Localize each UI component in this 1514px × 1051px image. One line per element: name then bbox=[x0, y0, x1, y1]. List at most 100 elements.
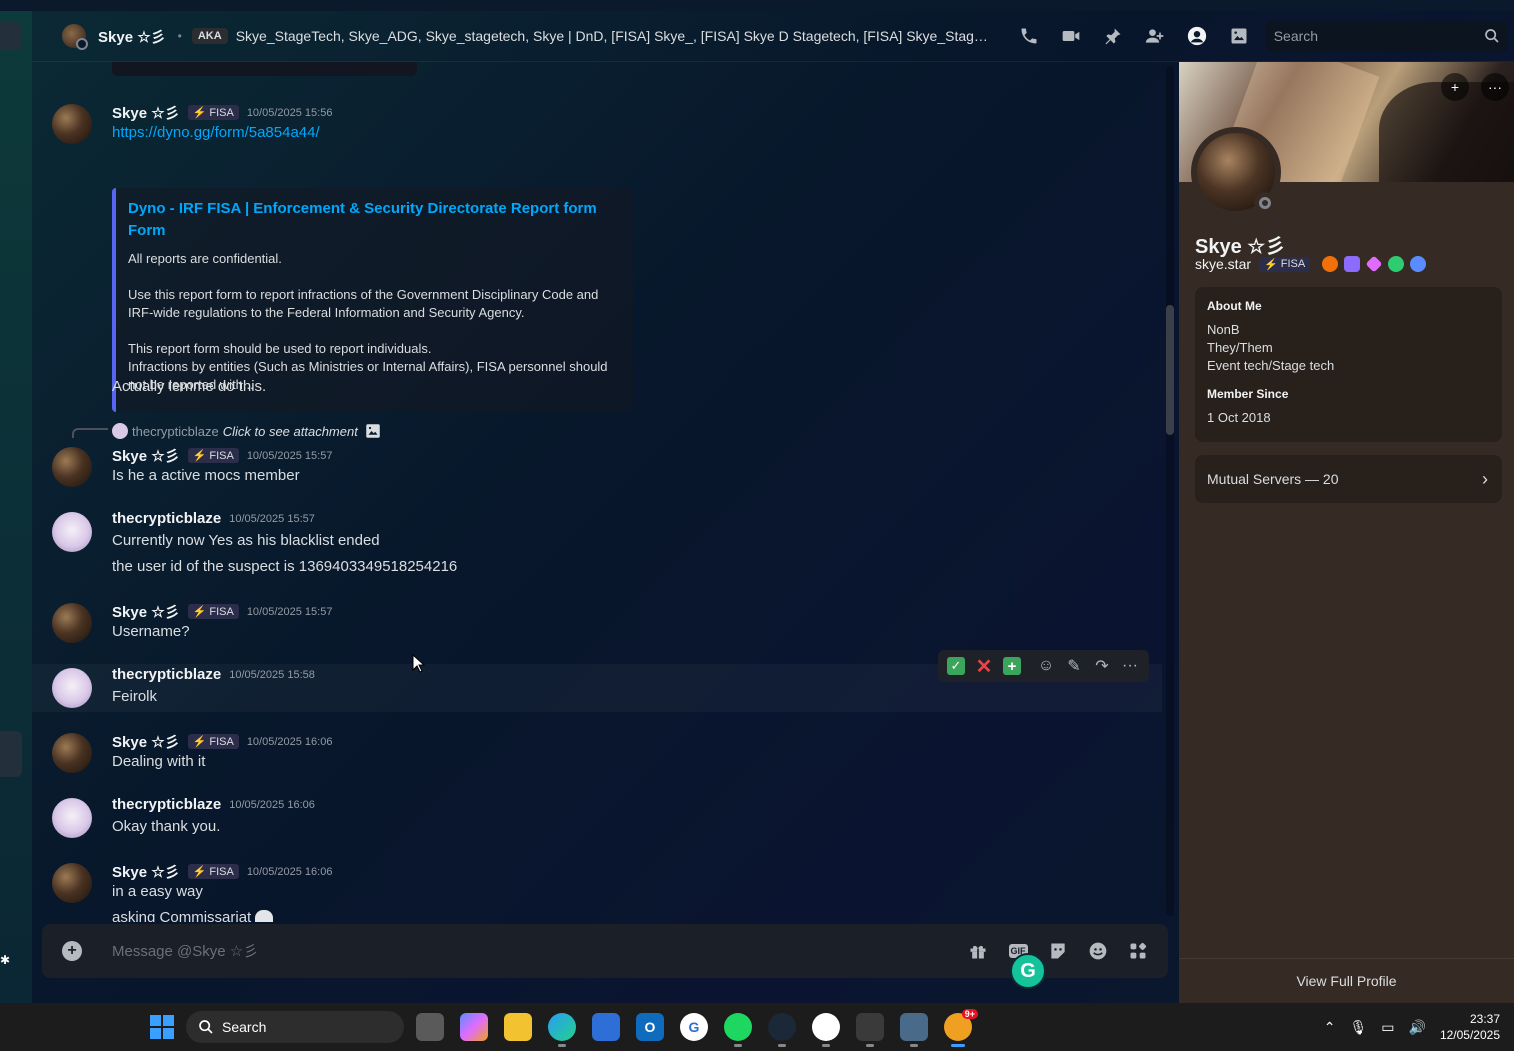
file-explorer-icon[interactable] bbox=[504, 1013, 532, 1041]
dm-header: Skye ☆彡 • AKA Skye_StageTech, Skye_ADG, … bbox=[32, 11, 1514, 62]
sticker-icon[interactable] bbox=[1038, 939, 1078, 963]
volume-icon[interactable]: 🔊 bbox=[1409, 1019, 1426, 1036]
message-input[interactable] bbox=[112, 942, 958, 960]
pin-icon[interactable] bbox=[1092, 24, 1134, 48]
badge-icon[interactable] bbox=[1410, 256, 1427, 272]
message-author[interactable]: thecrypticblaze bbox=[112, 796, 221, 813]
plus-reaction-icon[interactable]: + bbox=[998, 652, 1026, 680]
copilot-icon[interactable] bbox=[460, 1013, 488, 1041]
message-author[interactable]: thecrypticblaze bbox=[112, 510, 221, 527]
separator-dot: • bbox=[177, 29, 182, 43]
avatar[interactable] bbox=[52, 668, 92, 708]
chat-scrollbar-track[interactable] bbox=[1166, 66, 1174, 916]
emoji-icon[interactable] bbox=[1078, 939, 1118, 963]
ghost-emoji-icon bbox=[255, 910, 274, 922]
mutual-servers-button[interactable]: Mutual Servers — 20 › bbox=[1195, 455, 1502, 503]
windows-taskbar: Search O G 9+ ⌃ 🎙 ▭ 🔊 23:37 12/05/2025 bbox=[0, 1003, 1514, 1051]
grammarly-icon[interactable]: G bbox=[1010, 953, 1046, 989]
server-tag-badge: ⚡ FISA bbox=[187, 734, 239, 749]
microphone-icon[interactable]: 🎙 bbox=[1349, 1019, 1367, 1036]
message-author[interactable]: Skye ☆彡 bbox=[112, 731, 180, 752]
avatar[interactable] bbox=[52, 447, 92, 487]
chat-scrollbar-thumb[interactable] bbox=[1166, 305, 1174, 435]
g-app-icon[interactable]: G bbox=[680, 1013, 708, 1041]
chevron-up-icon[interactable]: ⌃ bbox=[1324, 1019, 1336, 1036]
task-view-icon[interactable] bbox=[416, 1013, 444, 1041]
edge-browser-icon[interactable] bbox=[548, 1013, 576, 1047]
chevron-right-icon: › bbox=[1482, 468, 1488, 489]
avatar[interactable] bbox=[52, 798, 92, 838]
user-profile-icon[interactable] bbox=[1176, 24, 1218, 48]
discord-window: ✱ Skye ☆彡 • AKA Skye_StageTech, Skye_ADG… bbox=[0, 0, 1514, 1003]
search-icon bbox=[1484, 29, 1499, 43]
search-input[interactable]: Search bbox=[1265, 21, 1508, 51]
add-friends-icon[interactable] bbox=[1134, 24, 1176, 48]
view-full-profile-button[interactable]: View Full Profile bbox=[1179, 958, 1514, 1003]
clock[interactable]: 23:37 12/05/2025 bbox=[1440, 1011, 1500, 1043]
apps-icon[interactable] bbox=[1118, 939, 1158, 963]
app-circle-icon[interactable] bbox=[812, 1013, 840, 1047]
gift-icon[interactable] bbox=[958, 939, 998, 963]
image-attachment-icon bbox=[366, 424, 380, 438]
reply-author[interactable]: thecrypticblaze bbox=[132, 424, 219, 439]
badge-icon[interactable] bbox=[1365, 255, 1383, 273]
avatar[interactable] bbox=[52, 104, 92, 144]
avatar[interactable] bbox=[52, 603, 92, 643]
badge-icon[interactable] bbox=[1388, 256, 1405, 272]
badge-icon[interactable] bbox=[1344, 256, 1361, 272]
message-author[interactable]: Skye ☆彡 bbox=[112, 861, 180, 882]
bolt-icon: ⚡ bbox=[192, 736, 207, 748]
search-placeholder: Search bbox=[1273, 28, 1319, 44]
message-author[interactable]: Skye ☆彡 bbox=[112, 445, 180, 466]
avatar[interactable] bbox=[52, 733, 92, 773]
server-tag-badge: ⚡ FISA bbox=[1259, 256, 1311, 272]
message-author[interactable]: Skye ☆彡 bbox=[112, 102, 180, 123]
avatar[interactable] bbox=[52, 512, 92, 552]
message-link[interactable]: https://dyno.gg/form/5a854a44/ bbox=[112, 124, 320, 141]
page-title[interactable]: Skye ☆彡 bbox=[98, 26, 166, 47]
search-icon bbox=[199, 1020, 213, 1034]
message-text: Dealing with it bbox=[112, 753, 206, 770]
embed-title[interactable]: Dyno - IRF FISA | Enforcement & Security… bbox=[128, 198, 621, 242]
server-rail-item[interactable] bbox=[0, 731, 22, 777]
discord-taskbar-icon[interactable]: 9+ bbox=[944, 1009, 978, 1047]
bolt-icon: ⚡ bbox=[192, 606, 207, 618]
server-rail-item[interactable] bbox=[0, 22, 22, 50]
avatar[interactable] bbox=[52, 863, 92, 903]
badge-icon[interactable] bbox=[1322, 256, 1339, 272]
calculator-icon[interactable] bbox=[900, 1013, 928, 1047]
gallery-icon[interactable] bbox=[1218, 24, 1260, 48]
steam-icon[interactable] bbox=[768, 1013, 796, 1047]
message-author[interactable]: Skye ☆彡 bbox=[112, 601, 180, 622]
reply-preview[interactable]: thecrypticblaze Click to see attachment bbox=[112, 422, 382, 440]
server-tag-badge: ⚡ FISA bbox=[187, 105, 239, 120]
forward-icon[interactable]: ↷ bbox=[1088, 652, 1116, 680]
network-icon[interactable]: ▭ bbox=[1381, 1019, 1394, 1036]
settings-gear-icon[interactable]: ✱ bbox=[0, 953, 10, 969]
taskbar-search[interactable]: Search bbox=[186, 1011, 404, 1043]
more-options-icon[interactable]: ··· bbox=[1481, 73, 1509, 101]
add-reaction-icon[interactable]: ☺ bbox=[1032, 652, 1060, 680]
check-reaction-icon[interactable]: ✓ bbox=[942, 652, 970, 680]
cross-reaction-icon[interactable]: ✕ bbox=[970, 652, 998, 680]
upload-plus-icon[interactable]: + bbox=[62, 941, 82, 961]
microsoft-store-icon[interactable] bbox=[592, 1013, 620, 1041]
app-window-icon[interactable] bbox=[856, 1013, 884, 1047]
reply-text[interactable]: Click to see attachment bbox=[223, 424, 358, 439]
reply-connector bbox=[72, 428, 108, 438]
member-since-label: Member Since bbox=[1207, 387, 1289, 401]
profile-display-name: Skye ☆彡 bbox=[1195, 236, 1286, 258]
windows-start-icon[interactable] bbox=[150, 1015, 174, 1039]
add-friend-icon[interactable]: + bbox=[1441, 73, 1469, 101]
edit-pencil-icon[interactable]: ✎ bbox=[1060, 652, 1088, 680]
message-list[interactable]: Skye ☆彡 ⚡ FISA 10/05/2025 15:56 https://d… bbox=[32, 62, 1162, 922]
outlook-icon[interactable]: O bbox=[636, 1013, 664, 1041]
about-me-label: About Me bbox=[1207, 299, 1262, 313]
video-call-icon[interactable] bbox=[1050, 24, 1092, 48]
more-options-icon[interactable]: ··· bbox=[1116, 652, 1144, 680]
voice-call-icon[interactable] bbox=[1008, 24, 1050, 48]
message-timestamp: 10/05/2025 15:58 bbox=[229, 668, 315, 681]
message-author[interactable]: thecrypticblaze bbox=[112, 666, 221, 683]
avatar[interactable] bbox=[62, 24, 88, 50]
spotify-icon[interactable] bbox=[724, 1013, 752, 1047]
